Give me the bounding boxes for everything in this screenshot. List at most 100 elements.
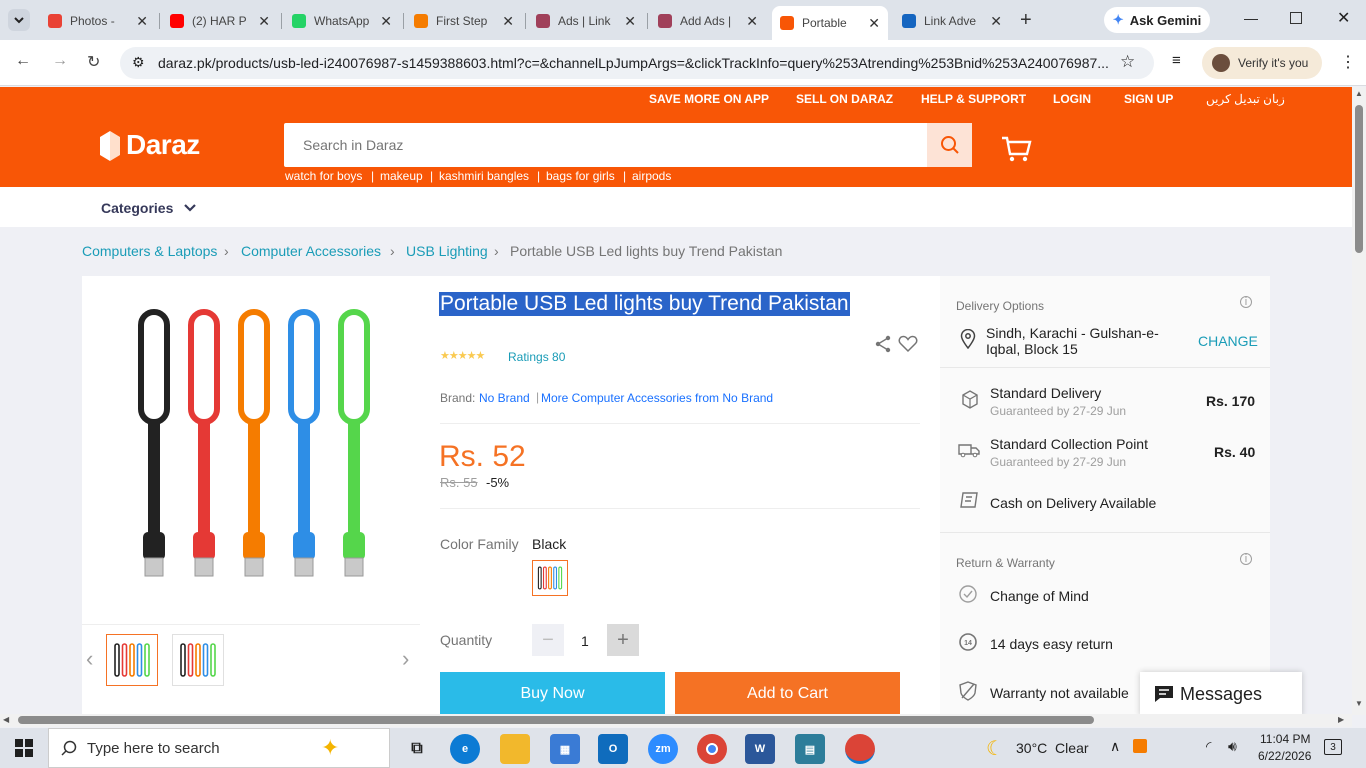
- zoom-icon[interactable]: zm: [648, 734, 678, 764]
- clock-date[interactable]: 6/22/2026: [1258, 749, 1311, 763]
- verify-profile-button[interactable]: Verify it's you: [1202, 47, 1322, 79]
- file-explorer-icon[interactable]: [500, 734, 530, 764]
- info-icon[interactable]: i: [1240, 296, 1252, 308]
- new-tab-button[interactable]: +: [1020, 9, 1032, 32]
- change-address-link[interactable]: CHANGE: [1198, 333, 1258, 349]
- site-info-icon[interactable]: ⚙: [132, 54, 145, 71]
- weather-text[interactable]: 30°C Clear: [1016, 740, 1089, 756]
- scrollbar-up-arrow[interactable]: ▲: [1355, 89, 1363, 98]
- chrome-taskbar-icon[interactable]: [697, 734, 727, 764]
- windows-start-icon[interactable]: [15, 739, 33, 757]
- wishlist-heart-icon[interactable]: [898, 335, 918, 353]
- search-button[interactable]: [927, 123, 972, 167]
- more-menu-icon[interactable]: ⋮: [1340, 52, 1356, 72]
- word-icon[interactable]: W: [745, 734, 775, 764]
- taskbar-search-box[interactable]: Type here to search ✦: [48, 728, 390, 768]
- omnibox[interactable]: ⚙ daraz.pk/products/usb-led-i240076987-s…: [120, 47, 1154, 79]
- close-tab-icon[interactable]: ✕: [990, 13, 1002, 30]
- thumbnail-2[interactable]: [172, 634, 224, 686]
- browser-tab[interactable]: Ads | Link ✕: [528, 6, 644, 36]
- store-icon[interactable]: ▦: [550, 734, 580, 764]
- breadcrumb-item[interactable]: USB Lighting: [406, 243, 488, 259]
- scrollbar-thumb[interactable]: [1355, 105, 1363, 253]
- login-link[interactable]: LOGIN: [1053, 92, 1091, 106]
- help-support-link[interactable]: HELP & SUPPORT: [921, 92, 1026, 106]
- close-tab-icon[interactable]: ✕: [502, 13, 514, 30]
- ask-gemini-button[interactable]: ✦ Ask Gemini: [1104, 7, 1210, 33]
- close-tab-icon[interactable]: ✕: [746, 13, 758, 30]
- save-more-on-app-link[interactable]: SAVE MORE ON APP: [649, 92, 769, 106]
- notification-center-button[interactable]: 3: [1324, 739, 1342, 755]
- browser-tab[interactable]: WhatsApp ✕: [284, 6, 400, 36]
- scrollbar-right-arrow[interactable]: ▶: [1338, 715, 1344, 724]
- browser-tab[interactable]: Portable ✕: [772, 6, 888, 40]
- product-main-image[interactable]: [106, 302, 406, 602]
- brand-link[interactable]: No Brand: [479, 391, 530, 405]
- scrollbar-left-arrow[interactable]: ◀: [3, 715, 9, 724]
- scrollbar-down-arrow[interactable]: ▼: [1355, 699, 1363, 708]
- signup-link[interactable]: SIGN UP: [1124, 92, 1173, 106]
- search-keyword-link[interactable]: airpods: [632, 169, 671, 183]
- search-keyword-link[interactable]: makeup: [380, 169, 423, 183]
- buy-now-button[interactable]: Buy Now: [440, 672, 665, 716]
- info-icon[interactable]: i: [1240, 553, 1252, 565]
- cart-button[interactable]: [1000, 135, 1032, 166]
- edge-taskbar-icon[interactable]: e: [450, 734, 480, 764]
- tab-search-button[interactable]: [8, 9, 30, 31]
- more-from-brand-link[interactable]: More Computer Accessories from No Brand: [541, 391, 773, 405]
- breadcrumb-item[interactable]: Computers & Laptops: [82, 243, 217, 259]
- forward-button[interactable]: →: [52, 52, 68, 70]
- outlook-icon[interactable]: O: [598, 734, 628, 764]
- close-tab-icon[interactable]: ✕: [136, 13, 148, 30]
- network-icon[interactable]: ◜: [1206, 738, 1211, 755]
- daraz-logo[interactable]: Daraz: [98, 127, 200, 163]
- add-to-cart-button[interactable]: Add to Cart: [675, 672, 900, 716]
- media-control-icon[interactable]: ≡: [1172, 52, 1181, 69]
- breadcrumb-item[interactable]: Computer Accessories: [241, 243, 381, 259]
- close-window-button[interactable]: ✕: [1337, 8, 1350, 28]
- color-option-swatch[interactable]: [532, 560, 568, 596]
- clock-time[interactable]: 11:04 PM: [1260, 732, 1310, 746]
- horizontal-scrollbar[interactable]: ◀ ▶: [0, 714, 1352, 727]
- thumbnail-led-mark: [558, 566, 563, 590]
- sell-on-daraz-link[interactable]: SELL ON DARAZ: [796, 92, 893, 106]
- gallery-prev-icon[interactable]: ‹: [86, 646, 93, 672]
- close-tab-icon[interactable]: ✕: [624, 13, 636, 30]
- search-input[interactable]: [284, 123, 924, 167]
- quantity-increase-button[interactable]: +: [607, 624, 639, 656]
- minimize-button[interactable]: —: [1244, 10, 1258, 26]
- search-keyword-link[interactable]: kashmiri bangles: [439, 169, 529, 183]
- browser-tab[interactable]: Link Adve ✕: [894, 6, 1010, 36]
- reload-button[interactable]: ↻: [87, 52, 100, 72]
- back-button[interactable]: ←: [15, 52, 31, 70]
- quantity-decrease-button[interactable]: −: [532, 624, 564, 656]
- messages-button[interactable]: Messages: [1140, 672, 1302, 716]
- search-keyword-link[interactable]: watch for boys: [285, 169, 362, 183]
- vertical-scrollbar[interactable]: ▲ ▼: [1352, 87, 1366, 715]
- browser-tab[interactable]: Photos - ✕: [40, 6, 156, 36]
- close-tab-icon[interactable]: ✕: [380, 13, 392, 30]
- browser-tab[interactable]: (2) HAR P ✕: [162, 6, 278, 36]
- calendar-app-icon[interactable]: ▤: [795, 734, 825, 764]
- browser-tab[interactable]: First Step ✕: [406, 6, 522, 36]
- speaker-icon[interactable]: 🔊︎: [1228, 738, 1237, 755]
- tray-chevron-icon[interactable]: ∧: [1110, 738, 1120, 755]
- tray-app-icon[interactable]: [1133, 739, 1147, 753]
- browser-tab[interactable]: Add Ads | ✕: [650, 6, 766, 36]
- task-view-icon[interactable]: ⧉: [402, 734, 432, 764]
- share-icon[interactable]: [874, 335, 892, 353]
- language-switch-link[interactable]: زبان تبدیل کریں: [1206, 92, 1285, 106]
- close-tab-icon[interactable]: ✕: [868, 15, 880, 32]
- chrome-profile-taskbar-icon[interactable]: [845, 734, 875, 764]
- url-text[interactable]: daraz.pk/products/usb-led-i240076987-s14…: [158, 55, 1108, 71]
- bookmark-star-icon[interactable]: ☆: [1120, 52, 1135, 72]
- scrollbar-thumb[interactable]: [18, 716, 1094, 724]
- gallery-next-icon[interactable]: ›: [402, 646, 409, 672]
- categories-dropdown[interactable]: Categories: [101, 200, 197, 216]
- search-keyword-link[interactable]: bags for girls: [546, 169, 615, 183]
- quantity-value[interactable]: 1: [581, 633, 589, 649]
- restore-button[interactable]: [1290, 12, 1302, 24]
- ratings-link[interactable]: Ratings 80: [508, 350, 565, 364]
- close-tab-icon[interactable]: ✕: [258, 13, 270, 30]
- thumbnail-1[interactable]: [106, 634, 158, 686]
